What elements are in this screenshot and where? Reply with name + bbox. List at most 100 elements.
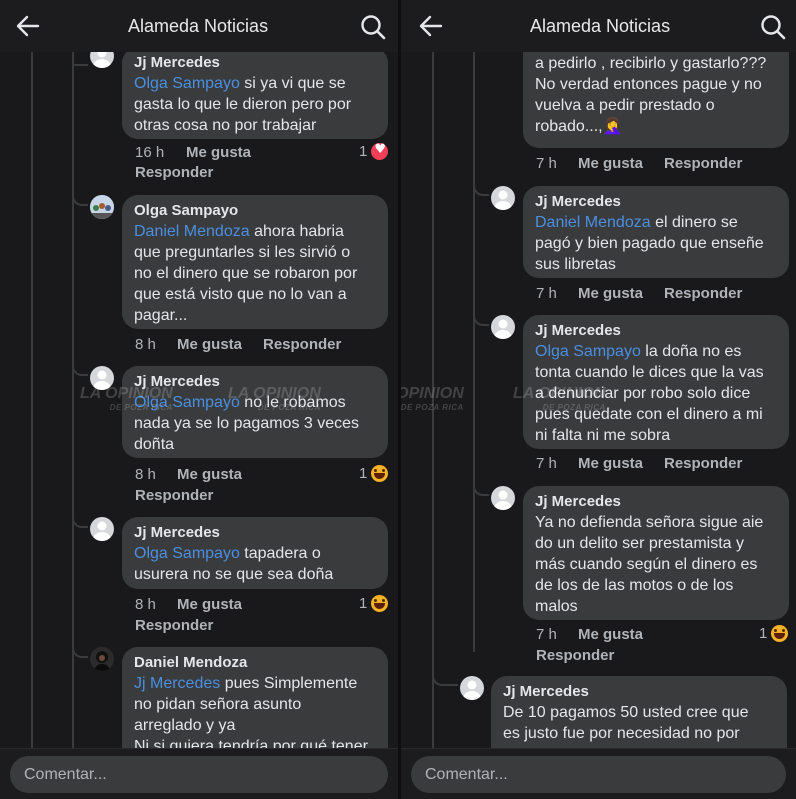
comment-actions: 7 h Me gusta (536, 626, 786, 646)
like-button[interactable]: Me gusta (578, 626, 643, 643)
mention-link[interactable]: Olga Sampayo (134, 394, 240, 411)
comment-author[interactable]: Jj Mercedes (535, 192, 777, 212)
mention-link[interactable]: Olga Sampayo (134, 545, 240, 562)
reply-button[interactable]: Responder (263, 336, 341, 353)
comment-bubble[interactable]: Jj Mercedes De 10 pagamos 50 usted cree … (491, 676, 787, 748)
comments-feed[interactable]: Jj Mercedes Olga Sampayo si ya vi que se… (0, 52, 398, 748)
thread-connector (72, 62, 88, 66)
comment-bubble[interactable]: Daniel Mendoza Jj Mercedes pues Simpleme… (122, 647, 388, 748)
comment-bubble[interactable]: el dinero o acaso los obligaron a pedirl… (523, 52, 789, 148)
haha-reaction-icon (371, 465, 389, 482)
avatar[interactable] (90, 647, 114, 671)
reply-button[interactable]: Responder (664, 455, 742, 472)
left-phone-screen: Alameda Noticias Jj Mercedes Olga Sampay… (0, 0, 398, 799)
like-button[interactable]: Me gusta (578, 155, 643, 172)
comment-actions: 16 h Me gusta (135, 144, 385, 164)
mention-link[interactable]: Olga Sampayo (134, 75, 240, 92)
haha-reaction-icon (771, 625, 789, 642)
back-arrow-icon[interactable] (14, 12, 42, 40)
avatar[interactable] (491, 486, 515, 510)
comment-text: Olga Sampayo si ya vi que se gasta lo qu… (134, 75, 352, 134)
reply-button[interactable]: Responder (135, 617, 213, 634)
avatar[interactable] (90, 52, 114, 68)
back-arrow-icon[interactable] (417, 12, 445, 40)
mention-link[interactable]: Daniel Mendoza (134, 223, 250, 240)
thread-connector (72, 514, 88, 528)
avatar[interactable] (90, 366, 114, 390)
comment-bubble[interactable]: Olga Sampayo Daniel Mendoza ahora habria… (122, 195, 388, 329)
reaction-count[interactable]: 1 (359, 595, 389, 612)
comment-text: De 10 pagamos 50 usted cree que es justo… (503, 704, 749, 742)
comment-text: el dinero o acaso los obligaron a pedirl… (535, 55, 767, 135)
comment-time: 7 h (536, 155, 557, 172)
comment-bubble[interactable]: Jj Mercedes Olga Sampayo no le robamos n… (122, 366, 388, 458)
mention-link[interactable]: Olga Sampayo (535, 343, 641, 360)
avatar[interactable] (491, 186, 515, 210)
search-icon[interactable] (360, 14, 386, 40)
thread-connector (473, 312, 489, 326)
comment-bubble[interactable]: Jj Mercedes Ya no defienda señora sigue … (523, 486, 789, 620)
comment-bubble[interactable]: Jj Mercedes Olga Sampayo tapadera o usur… (122, 517, 388, 589)
like-button[interactable]: Me gusta (177, 336, 242, 353)
reaction-count[interactable]: 1 (359, 465, 389, 482)
comment-time: 8 h (135, 596, 156, 613)
like-button[interactable]: Me gusta (177, 596, 242, 613)
comment-actions: 8 h Me gusta (135, 466, 385, 486)
comment-text: Olga Sampayo no le robamos nada ya se lo… (134, 394, 360, 453)
comment-actions: 8 h Me gusta Responder (135, 336, 385, 356)
mention-link[interactable]: Jj Mercedes (134, 675, 220, 692)
avatar[interactable] (90, 195, 114, 219)
comment-input[interactable]: Comentar... (411, 756, 786, 793)
mention-link[interactable]: Daniel Mendoza (535, 214, 651, 231)
comment-time: 7 h (536, 626, 557, 643)
comment-time: 16 h (135, 144, 165, 161)
avatar[interactable] (491, 315, 515, 339)
comment-author[interactable]: Olga Sampayo (134, 201, 376, 221)
thread-connector (432, 672, 458, 686)
like-button[interactable]: Me gusta (177, 466, 242, 483)
reply-button[interactable]: Responder (664, 285, 742, 302)
reply-button[interactable]: Responder (135, 164, 213, 181)
comment-author[interactable]: Jj Mercedes (134, 523, 376, 543)
comments-feed[interactable]: el dinero o acaso los obligaron a pedirl… (401, 52, 796, 748)
comment-author[interactable]: Jj Mercedes (503, 682, 775, 702)
reaction-count[interactable]: 1 (759, 625, 789, 642)
like-button[interactable]: Me gusta (186, 144, 251, 161)
comment-bar: Comentar... (0, 748, 398, 799)
comment-input[interactable]: Comentar... (10, 756, 388, 793)
thread-connector (72, 362, 88, 376)
comment-bar: Comentar... (401, 748, 796, 799)
like-button[interactable]: Me gusta (578, 285, 643, 302)
top-bar: Alameda Noticias (401, 0, 796, 52)
avatar[interactable] (460, 676, 484, 700)
comment-time: 7 h (536, 455, 557, 472)
comment-author[interactable]: Jj Mercedes (134, 372, 376, 392)
comment-bubble[interactable]: Jj Mercedes Daniel Mendoza el dinero se … (523, 186, 789, 278)
reply-button[interactable]: Responder (536, 647, 614, 664)
split-screenshot: Alameda Noticias Jj Mercedes Olga Sampay… (0, 0, 796, 799)
comment-text: Olga Sampayo la doña no es tonta cuando … (535, 343, 764, 444)
comment-text: Daniel Mendoza el dinero se pagó y bien … (535, 214, 764, 273)
thread-line (31, 52, 33, 748)
comment-author[interactable]: Jj Mercedes (535, 492, 777, 512)
comment-text: Ya no defienda señora sigue aie do un de… (535, 514, 764, 615)
comment-time: 8 h (135, 466, 156, 483)
reply-button[interactable]: Responder (135, 487, 213, 504)
like-button[interactable]: Me gusta (578, 455, 643, 472)
thread-connector (473, 482, 489, 496)
comment-bubble[interactable]: Jj Mercedes Olga Sampayo la doña no es t… (523, 315, 789, 449)
comment-author[interactable]: Jj Mercedes (134, 53, 376, 73)
comment-author[interactable]: Daniel Mendoza (134, 653, 376, 673)
comment-author[interactable]: Jj Mercedes (535, 321, 777, 341)
thread-connector (72, 192, 88, 206)
comment-actions: 8 h Me gusta (135, 596, 385, 616)
reaction-count[interactable]: 1 (359, 142, 389, 160)
thread-connector (72, 644, 88, 658)
haha-reaction-icon (371, 595, 389, 612)
search-icon[interactable] (760, 14, 786, 40)
comment-bubble[interactable]: Jj Mercedes Olga Sampayo si ya vi que se… (122, 52, 388, 139)
avatar[interactable] (90, 517, 114, 541)
comment-actions: 7 h Me gusta Responder (536, 455, 786, 475)
reply-button[interactable]: Responder (664, 155, 742, 172)
comment-text: Jj Mercedes pues Simplemente no pidan se… (134, 675, 368, 748)
